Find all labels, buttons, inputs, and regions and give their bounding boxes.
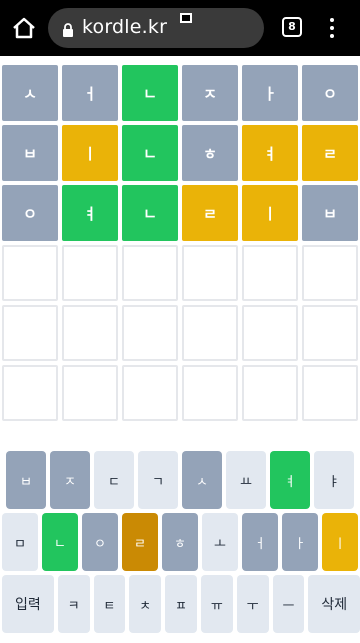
- key-button[interactable]: ㅜ: [236, 575, 269, 633]
- key-button[interactable]: ㅑ: [314, 451, 354, 509]
- board-tile: [122, 305, 178, 361]
- board-tile: ㅎ: [182, 125, 238, 181]
- key-button[interactable]: ㅊ: [129, 575, 162, 633]
- board-tile: [122, 365, 178, 421]
- keyboard-row: 입력 ㅋㅌㅊㅍㅠㅜㅡ 삭제: [0, 575, 360, 633]
- enter-key-button[interactable]: 입력: [2, 575, 54, 633]
- board-tile: [2, 305, 58, 361]
- board-tile: [242, 245, 298, 301]
- board-tile: [242, 305, 298, 361]
- board-tile: ㄴ: [122, 125, 178, 181]
- key-button[interactable]: ㅕ: [270, 451, 310, 509]
- board-row: [0, 245, 360, 301]
- board-tile: ㅇ: [302, 65, 358, 121]
- key-button[interactable]: ㄱ: [138, 451, 178, 509]
- home-icon[interactable]: [10, 16, 38, 40]
- board-tile: ㅓ: [62, 65, 118, 121]
- board-tile: ㅣ: [62, 125, 118, 181]
- keyboard-row: ㅁㄴㅇㄹㅎㅗㅓㅏㅣ: [0, 513, 360, 571]
- board-tile: ㄴ: [122, 65, 178, 121]
- board-row: [0, 365, 360, 421]
- board-tile: [2, 365, 58, 421]
- board-tile: [62, 305, 118, 361]
- board-tile: ㄴ: [122, 185, 178, 241]
- board-tile: [182, 365, 238, 421]
- game-board: ㅅㅓㄴㅈㅏㅇㅂㅣㄴㅎㅕㄹㅇㅕㄴㄹㅣㅂ: [0, 65, 360, 425]
- board-tile: [302, 365, 358, 421]
- key-button[interactable]: ㅠ: [200, 575, 233, 633]
- key-button[interactable]: ㅗ: [202, 513, 238, 571]
- address-bar[interactable]: kordle.kr: [48, 8, 264, 48]
- key-button[interactable]: ㄷ: [94, 451, 134, 509]
- board-tile: [242, 365, 298, 421]
- lock-icon: [62, 22, 74, 37]
- board-row: ㅇㅕㄴㄹㅣㅂ: [0, 185, 360, 241]
- board-tile: ㅕ: [242, 125, 298, 181]
- browser-toolbar: kordle.kr 8: [0, 0, 360, 56]
- board-tile: ㅅ: [2, 65, 58, 121]
- key-button[interactable]: ㅎ: [162, 513, 198, 571]
- board-tile: [62, 245, 118, 301]
- key-button[interactable]: ㅛ: [226, 451, 266, 509]
- key-button[interactable]: ㅍ: [165, 575, 197, 633]
- key-button[interactable]: ㅌ: [93, 575, 126, 633]
- board-tile: ㅈ: [182, 65, 238, 121]
- board-tile: ㅂ: [2, 125, 58, 181]
- board-row: ㅅㅓㄴㅈㅏㅇ: [0, 65, 360, 121]
- board-tile: ㅂ: [302, 185, 358, 241]
- board-tile: ㅣ: [242, 185, 298, 241]
- overflow-menu-icon[interactable]: [322, 16, 342, 40]
- board-tile: ㅕ: [62, 185, 118, 241]
- board-tile: ㄹ: [182, 185, 238, 241]
- board-row: ㅂㅣㄴㅎㅕㄹ: [0, 125, 360, 181]
- keyboard-row: ㅂㅈㄷㄱㅅㅛㅕㅑ: [0, 451, 360, 509]
- board-tile: ㅏ: [242, 65, 298, 121]
- key-button[interactable]: ㅓ: [242, 513, 278, 571]
- key-button[interactable]: ㅏ: [282, 513, 318, 571]
- key-button[interactable]: ㅅ: [182, 451, 222, 509]
- board-tile: [2, 245, 58, 301]
- board-tile: [302, 305, 358, 361]
- board-tile: [302, 245, 358, 301]
- on-screen-keyboard: ㅂㅈㄷㄱㅅㅛㅕㅑㅁㄴㅇㄹㅎㅗㅓㅏㅣ 입력 ㅋㅌㅊㅍㅠㅜㅡ 삭제: [0, 451, 360, 637]
- key-button[interactable]: ㅡ: [272, 575, 305, 633]
- key-button[interactable]: ㅋ: [57, 575, 90, 633]
- key-button[interactable]: ㅁ: [2, 513, 38, 571]
- board-tile: ㄹ: [302, 125, 358, 181]
- board-row: [0, 305, 360, 361]
- key-button[interactable]: ㄹ: [122, 513, 158, 571]
- key-button[interactable]: ㅣ: [322, 513, 358, 571]
- key-button[interactable]: ㅂ: [6, 451, 46, 509]
- key-button[interactable]: ㅇ: [82, 513, 118, 571]
- delete-key-button[interactable]: 삭제: [308, 575, 360, 633]
- board-tile: [182, 305, 238, 361]
- board-tile: [62, 365, 118, 421]
- board-tile: [122, 245, 178, 301]
- overlay-square-icon: [180, 13, 192, 23]
- key-button[interactable]: ㄴ: [42, 513, 78, 571]
- tab-switcher-button[interactable]: 8: [282, 17, 302, 37]
- url-text: kordle.kr: [82, 16, 168, 38]
- board-tile: ㅇ: [2, 185, 58, 241]
- key-button[interactable]: ㅈ: [50, 451, 90, 509]
- board-tile: [182, 245, 238, 301]
